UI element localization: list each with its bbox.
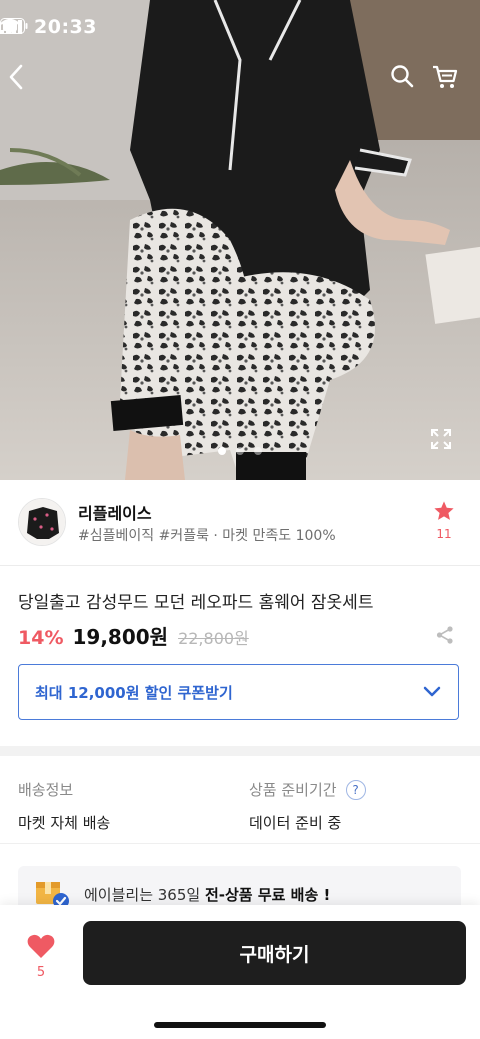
share-button[interactable] [430, 620, 460, 650]
free-shipping-text: 에이블리는 365일 전-상품 무료 배송 ! [84, 884, 330, 905]
expand-icon [431, 429, 451, 449]
free-shipping-prefix: 에이블리는 365일 [84, 886, 205, 904]
shipping-info-value: 마켓 자체 배송 [18, 814, 111, 832]
status-bar: 20:33 [0, 0, 480, 56]
gallery-dot[interactable] [218, 447, 226, 455]
gallery-page-indicator [0, 447, 480, 455]
chevron-down-icon [423, 686, 441, 697]
store-favorite-button[interactable]: 11 [424, 500, 464, 548]
store-tags: #심플베이직 #커플룩 · 마켓 만족도 100% [78, 528, 336, 544]
preparation-period: 상품 준비기간 ? 데이터 준비 중 [249, 779, 366, 833]
product-image-gallery[interactable]: 20:33 [0, 0, 480, 480]
store-name[interactable]: 리플레이스 [78, 500, 152, 524]
home-indicator[interactable] [154, 1022, 326, 1028]
preparation-period-value: 데이터 준비 중 [249, 814, 342, 832]
store-favorite-count: 11 [436, 527, 452, 541]
chevron-left-icon [9, 64, 23, 90]
status-time: 20:33 [34, 16, 97, 38]
gallery-dot[interactable] [236, 447, 244, 455]
coupon-button[interactable]: 최대 12,000원 할인 쿠폰받기 [18, 664, 459, 720]
share-icon [436, 626, 453, 644]
free-shipping-highlight: 전-상품 무료 배송 ! [204, 886, 331, 904]
cart-icon [433, 65, 458, 88]
sale-price: 19,800원 [72, 625, 169, 649]
search-button[interactable] [390, 64, 430, 100]
preparation-period-label: 상품 준비기간 [249, 781, 337, 799]
store-logo[interactable] [18, 498, 66, 546]
coupon-label: 최대 12,000원 할인 쿠폰받기 [35, 683, 233, 702]
shipping-info: 배송정보 마켓 자체 배송 [18, 779, 110, 833]
like-count: 5 [36, 965, 46, 980]
search-icon [391, 65, 414, 88]
original-price: 22,800원 [178, 629, 249, 648]
gallery-dot[interactable] [254, 447, 262, 455]
product-title: 당일출고 감성무드 모던 레오파드 홈웨어 잠옷세트 [18, 593, 374, 613]
discount-rate: 14% [18, 627, 64, 649]
help-button[interactable]: ? [345, 779, 366, 800]
back-button[interactable] [8, 64, 48, 100]
price-row: 14% 19,800원 22,800원 [18, 621, 249, 649]
like-button[interactable]: 5 [18, 933, 64, 987]
fullscreen-button[interactable] [430, 428, 466, 464]
battery-icon [0, 18, 28, 34]
star-icon [434, 501, 454, 520]
bottom-action-bar: 5 구매하기 [0, 905, 480, 1039]
buy-button[interactable]: 구매하기 [83, 921, 466, 985]
heart-icon [27, 934, 55, 958]
store-section: 리플레이스 #심플베이직 #커플룩 · 마켓 만족도 100% 11 [0, 480, 480, 566]
section-divider [0, 746, 480, 756]
separator-line [0, 843, 480, 844]
shipping-info-label: 배송정보 [18, 781, 74, 799]
cart-button[interactable] [432, 64, 472, 100]
